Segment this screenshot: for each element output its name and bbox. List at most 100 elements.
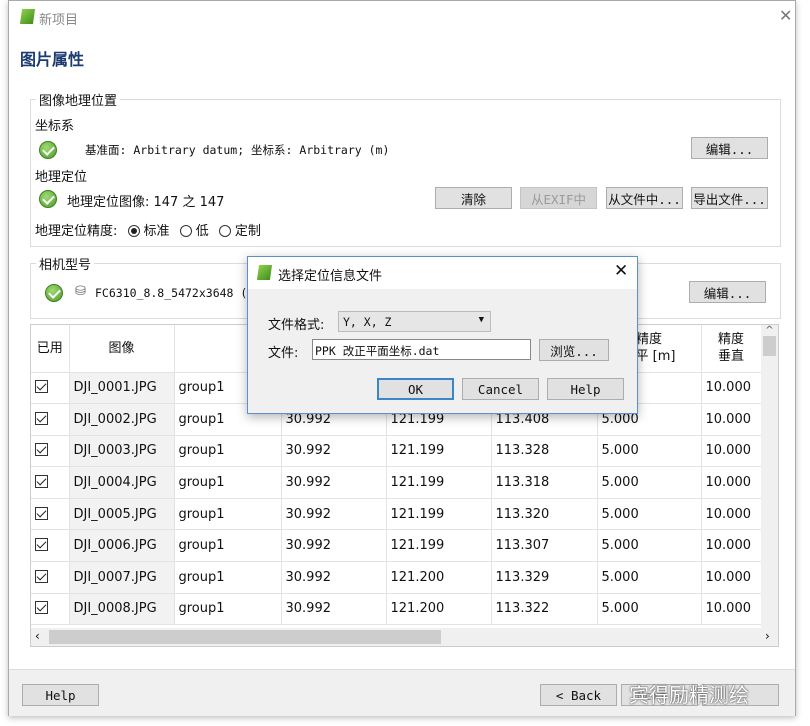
table-cell: 10.000 [701,403,762,436]
accuracy-standard-radio[interactable] [127,225,140,237]
scroll-right-icon[interactable]: › [765,629,770,643]
camera-ok-icon [45,284,63,302]
enabled-checkbox[interactable] [35,601,48,615]
table-cell: 113.328 [491,435,598,468]
file-label: 文件: [268,346,299,361]
table-cell: 10.000 [701,435,762,468]
enabled-checkbox[interactable] [35,506,48,520]
table-cell: 5.000 [597,529,702,563]
enabled-cell [31,403,70,436]
geo-group: 图像地理位置 坐标系 基准面: Arbitrary datum; 坐标系: Ar… [30,90,781,247]
table-cell: 113.318 [491,466,598,499]
clear-button[interactable]: 清除 [435,187,512,209]
table-row[interactable]: DJI_0006.JPG group1 30.992 121.199 113.307 5.… [31,529,762,563]
table-cell: DJI_0008.JPG [69,593,175,626]
table-cell: 121.199 [386,466,492,499]
horizontal-scroll-thumb[interactable] [49,630,441,644]
enabled-cell [31,466,70,499]
table-cell: 5.000 [597,593,702,626]
database-icon: ⛁ [75,284,86,299]
dialog-cancel-button[interactable]: Cancel [462,378,539,400]
crs-label: 坐标系 [35,119,75,134]
table-cell: group1 [174,498,282,531]
table-cell: 30.992 [281,435,387,468]
enabled-checkbox[interactable] [35,443,48,457]
table-cell: group1 [174,435,282,468]
table-cell: 5.000 [597,435,702,468]
table-row[interactable]: DJI_0005.JPG group1 30.992 121.199 113.320 5.… [31,498,762,531]
from-exif-button[interactable]: 从EXIF中 [520,187,597,209]
horizontal-scrollbar[interactable]: ‹ › [31,628,778,646]
accuracy-custom-label: 定制 [234,224,261,239]
enabled-cell [31,529,70,563]
file-input[interactable]: PPK 改正平面坐标.dat [312,339,531,360]
from-file-button[interactable]: 从文件中... [606,187,683,209]
enabled-cell [31,372,70,405]
table-cell: 5.000 [597,498,702,531]
table-row[interactable]: DJI_0008.JPG group1 30.992 121.200 113.322 5.… [31,593,762,626]
dialog-help-button[interactable]: Help [547,378,624,400]
table-cell: 10.000 [701,466,762,499]
help-button[interactable]: Help [22,684,99,706]
table-cell: 121.199 [386,435,492,468]
enabled-cell [31,435,70,468]
accuracy-standard-label: 标准 [143,224,170,239]
enabled-cell [31,561,70,594]
back-button[interactable]: < Back [540,684,617,706]
ok-button[interactable]: OK [377,378,454,400]
table-cell: group1 [174,561,282,594]
geo-group-label: 图像地理位置 [36,90,121,109]
dialog-title: 选择定位信息文件 [278,269,383,284]
dialog-logo-icon [256,265,273,280]
enabled-checkbox[interactable] [35,475,48,489]
table-cell: 5.000 [597,466,702,499]
table-cell: DJI_0007.JPG [69,561,175,594]
format-value: Y, X, Z [343,315,392,329]
table-cell: 30.992 [281,466,387,499]
table-cell: 121.200 [386,561,492,594]
scroll-left-icon[interactable]: ‹ [35,629,40,643]
table-cell: group1 [174,529,282,563]
table-cell: 30.992 [281,529,387,563]
accuracy-low-label: 低 [195,224,209,239]
close-icon[interactable]: ✕ [779,6,792,25]
export-file-button[interactable]: 导出文件... [691,187,768,209]
app-logo-icon [19,9,36,24]
accuracy-custom-radio[interactable] [218,225,231,237]
accuracy-label: 地理定位精度: [35,224,118,239]
enabled-checkbox[interactable] [35,538,48,552]
table-cell: 30.992 [281,498,387,531]
table-cell: 10.000 [701,529,762,563]
vertical-scrollbar[interactable]: ^ [761,325,778,628]
table-cell: group1 [174,466,282,499]
camera-model: FC6310_8.8_5472x3648 (RG [95,286,262,300]
column-header[interactable]: 图像 [69,325,175,373]
table-row[interactable]: DJI_0003.JPG group1 30.992 121.199 113.328 5.… [31,435,762,468]
vertical-scroll-thumb[interactable] [763,336,776,356]
enabled-checkbox[interactable] [35,380,48,394]
table-row[interactable]: DJI_0007.JPG group1 30.992 121.200 113.329 5.… [31,561,762,594]
geoloc-text: 地理定位图像: 147 之 147 [67,195,225,210]
column-header[interactable]: 精度 垂直 [701,325,762,373]
table-row[interactable]: DJI_0004.JPG group1 30.992 121.199 113.318 5.… [31,466,762,499]
crs-text: 基准面: Arbitrary datum; 坐标系: Arbitrary (m) [85,143,390,157]
browse-button[interactable]: 浏览... [539,339,609,361]
table-cell: 113.322 [491,593,598,626]
table-cell: 30.992 [281,593,387,626]
crs-edit-button[interactable]: 编辑... [691,137,768,159]
table-cell: 5.000 [597,561,702,594]
camera-edit-button[interactable]: 编辑... [689,281,766,303]
table-cell: DJI_0001.JPG [69,372,175,405]
format-select[interactable]: Y, X, Z ▼ [338,311,491,332]
chevron-down-icon: ▼ [478,315,484,325]
table-cell: 10.000 [701,372,762,405]
accuracy-low-radio[interactable] [179,225,192,237]
geoloc-ok-icon [39,190,57,208]
column-header[interactable]: 已用 [31,325,70,373]
dialog-close-icon[interactable]: ✕ [614,261,628,281]
table-cell: 10.000 [701,593,762,626]
enabled-checkbox[interactable] [35,569,48,583]
enabled-checkbox[interactable] [35,411,48,425]
table-cell: 10.000 [701,561,762,594]
format-label: 文件格式: [268,318,325,333]
